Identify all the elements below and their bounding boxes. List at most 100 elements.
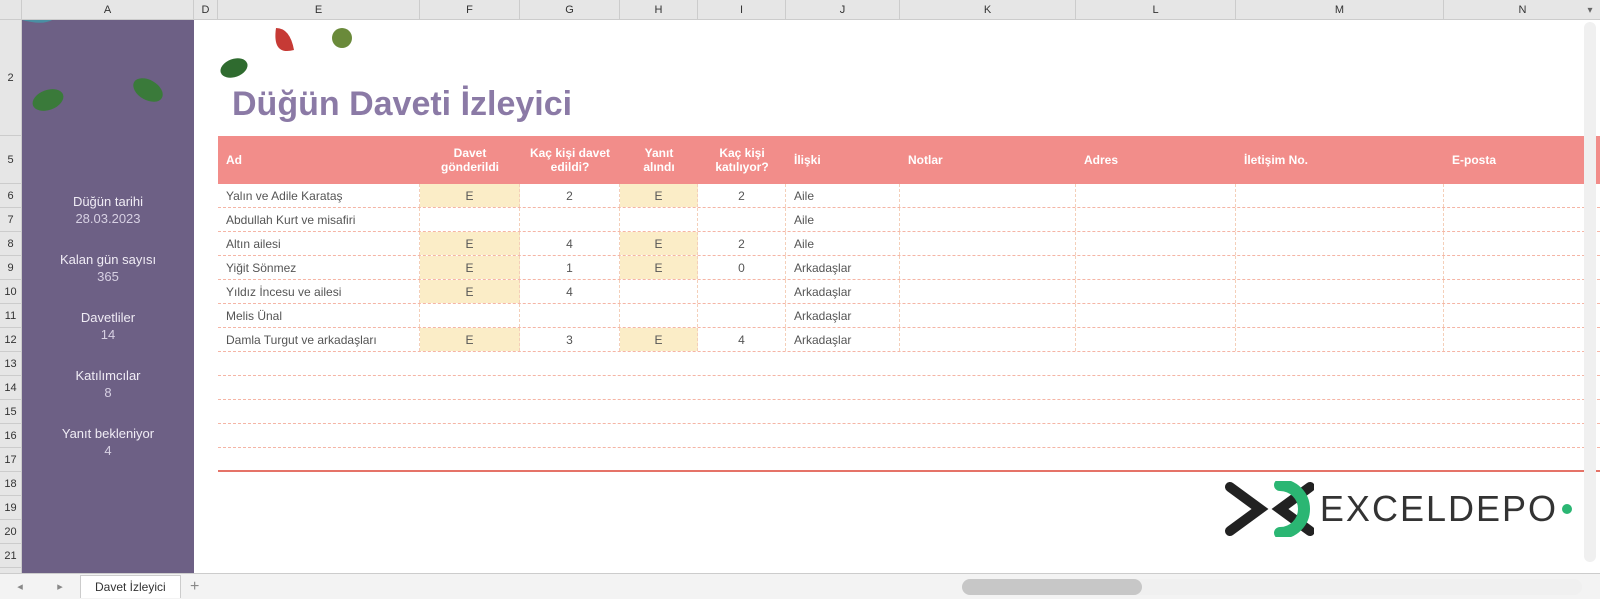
col-L[interactable]: L bbox=[1076, 0, 1236, 19]
cell[interactable]: E bbox=[620, 328, 698, 351]
cell[interactable]: Arkadaşlar bbox=[786, 304, 900, 327]
cell[interactable] bbox=[698, 208, 786, 231]
horizontal-scrollbar[interactable] bbox=[962, 579, 1582, 595]
cell[interactable]: 0 bbox=[698, 256, 786, 279]
cell[interactable]: 2 bbox=[698, 184, 786, 207]
table-row[interactable]: Yiğit SönmezE1E0Arkadaşlar bbox=[218, 256, 1600, 280]
table-row[interactable]: Damla Turgut ve arkadaşlarıE3E4Arkadaşla… bbox=[218, 328, 1600, 352]
cell[interactable] bbox=[1076, 184, 1236, 207]
cell[interactable] bbox=[1444, 232, 1600, 255]
cell[interactable] bbox=[1076, 280, 1236, 303]
row-15[interactable]: 15 bbox=[0, 400, 21, 424]
cell[interactable] bbox=[1444, 208, 1600, 231]
table-row[interactable]: Altın ailesiE4E2Aile bbox=[218, 232, 1600, 256]
cell[interactable]: 2 bbox=[520, 184, 620, 207]
table-row-empty[interactable] bbox=[218, 448, 1600, 472]
cell[interactable] bbox=[1236, 304, 1444, 327]
table-row-empty[interactable] bbox=[218, 376, 1600, 400]
cell[interactable]: Altın ailesi bbox=[218, 232, 420, 255]
cell[interactable] bbox=[420, 208, 520, 231]
hdr-eposta[interactable]: E-posta bbox=[1444, 136, 1600, 184]
cell[interactable]: Arkadaşlar bbox=[786, 280, 900, 303]
cell[interactable] bbox=[620, 280, 698, 303]
hdr-katiliyor[interactable]: Kaç kişi katılıyor? bbox=[698, 136, 786, 184]
cell[interactable] bbox=[900, 304, 1076, 327]
scroll-down-icon[interactable]: ▾ bbox=[1587, 5, 1592, 16]
row-10[interactable]: 10 bbox=[0, 280, 21, 304]
cell[interactable]: Yıldız İncesu ve ailesi bbox=[218, 280, 420, 303]
row-2[interactable]: 2 bbox=[0, 20, 21, 136]
col-A[interactable]: A bbox=[22, 0, 194, 19]
row-11[interactable]: 11 bbox=[0, 304, 21, 328]
cell[interactable] bbox=[1236, 208, 1444, 231]
table-row[interactable]: Abdullah Kurt ve misafiriAile bbox=[218, 208, 1600, 232]
cell[interactable] bbox=[1076, 304, 1236, 327]
row-8[interactable]: 8 bbox=[0, 232, 21, 256]
hdr-adres[interactable]: Adres bbox=[1076, 136, 1236, 184]
row-7[interactable]: 7 bbox=[0, 208, 21, 232]
table-row-empty[interactable] bbox=[218, 400, 1600, 424]
col-E[interactable]: E bbox=[218, 0, 420, 19]
column-header-row[interactable]: A D E F G H I J K L M N ▾ bbox=[0, 0, 1600, 20]
hdr-iletisim[interactable]: İletişim No. bbox=[1236, 136, 1444, 184]
cell[interactable]: E bbox=[420, 328, 520, 351]
cell[interactable]: Damla Turgut ve arkadaşları bbox=[218, 328, 420, 351]
cell[interactable]: E bbox=[420, 184, 520, 207]
col-J[interactable]: J bbox=[786, 0, 900, 19]
cell[interactable] bbox=[900, 184, 1076, 207]
cell[interactable]: 2 bbox=[698, 232, 786, 255]
cell[interactable] bbox=[520, 304, 620, 327]
row-17[interactable]: 17 bbox=[0, 448, 21, 472]
col-H[interactable]: H bbox=[620, 0, 698, 19]
cell[interactable] bbox=[1236, 280, 1444, 303]
cell[interactable] bbox=[1236, 232, 1444, 255]
add-sheet-button[interactable]: + bbox=[181, 578, 209, 596]
col-I[interactable]: I bbox=[698, 0, 786, 19]
row-20[interactable]: 20 bbox=[0, 520, 21, 544]
tab-next-icon[interactable]: ▸ bbox=[57, 580, 63, 593]
col-G[interactable]: G bbox=[520, 0, 620, 19]
cell[interactable]: Yalın ve Adile Karataş bbox=[218, 184, 420, 207]
hdr-iliski[interactable]: İlişki bbox=[786, 136, 900, 184]
row-21[interactable]: 21 bbox=[0, 544, 21, 568]
tab-prev-icon[interactable]: ◂ bbox=[17, 580, 23, 593]
hdr-yanit[interactable]: Yanıt alındı bbox=[620, 136, 698, 184]
sheet-tab-active[interactable]: Davet İzleyici bbox=[80, 575, 181, 598]
row-13[interactable]: 13 bbox=[0, 352, 21, 376]
cell[interactable]: 4 bbox=[698, 328, 786, 351]
row-5[interactable]: 5 bbox=[0, 136, 21, 184]
cell[interactable] bbox=[1444, 304, 1600, 327]
cell[interactable] bbox=[1236, 256, 1444, 279]
cell[interactable] bbox=[698, 304, 786, 327]
cell[interactable] bbox=[1076, 208, 1236, 231]
cell[interactable] bbox=[1444, 328, 1600, 351]
col-F[interactable]: F bbox=[420, 0, 520, 19]
row-12[interactable]: 12 bbox=[0, 328, 21, 352]
cell[interactable] bbox=[1076, 328, 1236, 351]
cell[interactable] bbox=[1444, 280, 1600, 303]
hdr-notlar[interactable]: Notlar bbox=[900, 136, 1076, 184]
cell[interactable] bbox=[620, 304, 698, 327]
table-row-empty[interactable] bbox=[218, 424, 1600, 448]
cell[interactable] bbox=[900, 328, 1076, 351]
cell[interactable]: Melis Ünal bbox=[218, 304, 420, 327]
table-row[interactable]: Melis Ünal Arkadaşlar bbox=[218, 304, 1600, 328]
cell[interactable]: 3 bbox=[520, 328, 620, 351]
row-6[interactable]: 6 bbox=[0, 184, 21, 208]
cell[interactable]: E bbox=[420, 256, 520, 279]
cell[interactable] bbox=[900, 208, 1076, 231]
cell[interactable]: E bbox=[620, 232, 698, 255]
cell[interactable] bbox=[520, 208, 620, 231]
cell[interactable] bbox=[1076, 256, 1236, 279]
col-K[interactable]: K bbox=[900, 0, 1076, 19]
vertical-scrollbar[interactable] bbox=[1584, 22, 1596, 562]
cell[interactable] bbox=[1236, 328, 1444, 351]
hdr-davet[interactable]: Davet gönderildi bbox=[420, 136, 520, 184]
cell[interactable]: Abdullah Kurt ve misafiri bbox=[218, 208, 420, 231]
row-header-column[interactable]: 2 5 6 7 8 9 10 11 12 13 14 15 16 17 18 1… bbox=[0, 20, 22, 573]
cell[interactable]: Aile bbox=[786, 184, 900, 207]
horizontal-scroll-thumb[interactable] bbox=[962, 579, 1142, 595]
col-N[interactable]: N bbox=[1444, 0, 1600, 19]
cell[interactable]: Arkadaşlar bbox=[786, 256, 900, 279]
hdr-ad[interactable]: Ad bbox=[218, 136, 420, 184]
